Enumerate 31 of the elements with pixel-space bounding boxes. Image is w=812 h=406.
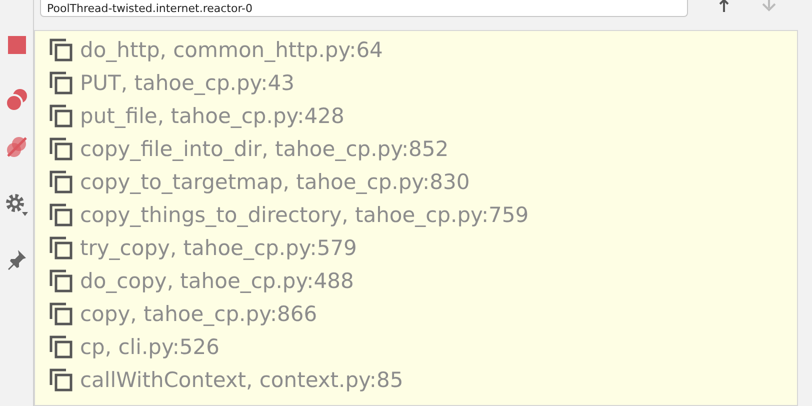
- thread-dropdown[interactable]: PoolThread-twisted.internet.reactor-0: [40, 0, 688, 17]
- pin-icon[interactable]: [6, 248, 28, 270]
- stack-frame[interactable]: PUT, tahoe_cp.py:43: [49, 66, 797, 99]
- breakpoints-icon[interactable]: [4, 88, 28, 112]
- frame-icon: [49, 202, 73, 226]
- stack-frame[interactable]: put_file, tahoe_cp.py:428: [49, 99, 797, 132]
- stack-frame[interactable]: try_copy, tahoe_cp.py:579: [49, 231, 797, 264]
- frame-icon: [49, 38, 73, 62]
- down-arrow-icon[interactable]: [762, 0, 776, 12]
- frame-icon: [49, 136, 73, 160]
- stack-frame[interactable]: do_http, common_http.py:64: [49, 33, 797, 66]
- frame-icon: [49, 170, 73, 194]
- settings-icon[interactable]: [4, 192, 28, 218]
- mute-breakpoints-icon[interactable]: [6, 136, 28, 158]
- frame-icon: [49, 368, 73, 392]
- stack-frame[interactable]: cp, cli.py:526: [49, 330, 797, 363]
- frame-icon: [49, 268, 73, 292]
- frame-icon: [49, 302, 73, 326]
- frame-icon: [49, 70, 73, 94]
- stack-frame[interactable]: callWithContext, context.py:85: [49, 363, 797, 396]
- stack-frame[interactable]: copy_to_targetmap, tahoe_cp.py:830: [49, 165, 797, 198]
- stack-frame[interactable]: copy_things_to_directory, tahoe_cp.py:759: [49, 198, 797, 231]
- up-arrow-icon[interactable]: [718, 0, 730, 12]
- stack-frame[interactable]: copy_file_into_dir, tahoe_cp.py:852: [49, 132, 797, 165]
- frame-icon: [49, 236, 73, 260]
- thread-name: PoolThread-twisted.internet.reactor-0: [47, 2, 252, 14]
- stack-frame[interactable]: do_copy, tahoe_cp.py:488: [49, 264, 797, 297]
- frame-icon: [49, 104, 73, 128]
- stop-button[interactable]: [8, 36, 26, 54]
- frame-icon: [49, 334, 73, 358]
- stack-frame[interactable]: copy, tahoe_cp.py:866: [49, 297, 797, 330]
